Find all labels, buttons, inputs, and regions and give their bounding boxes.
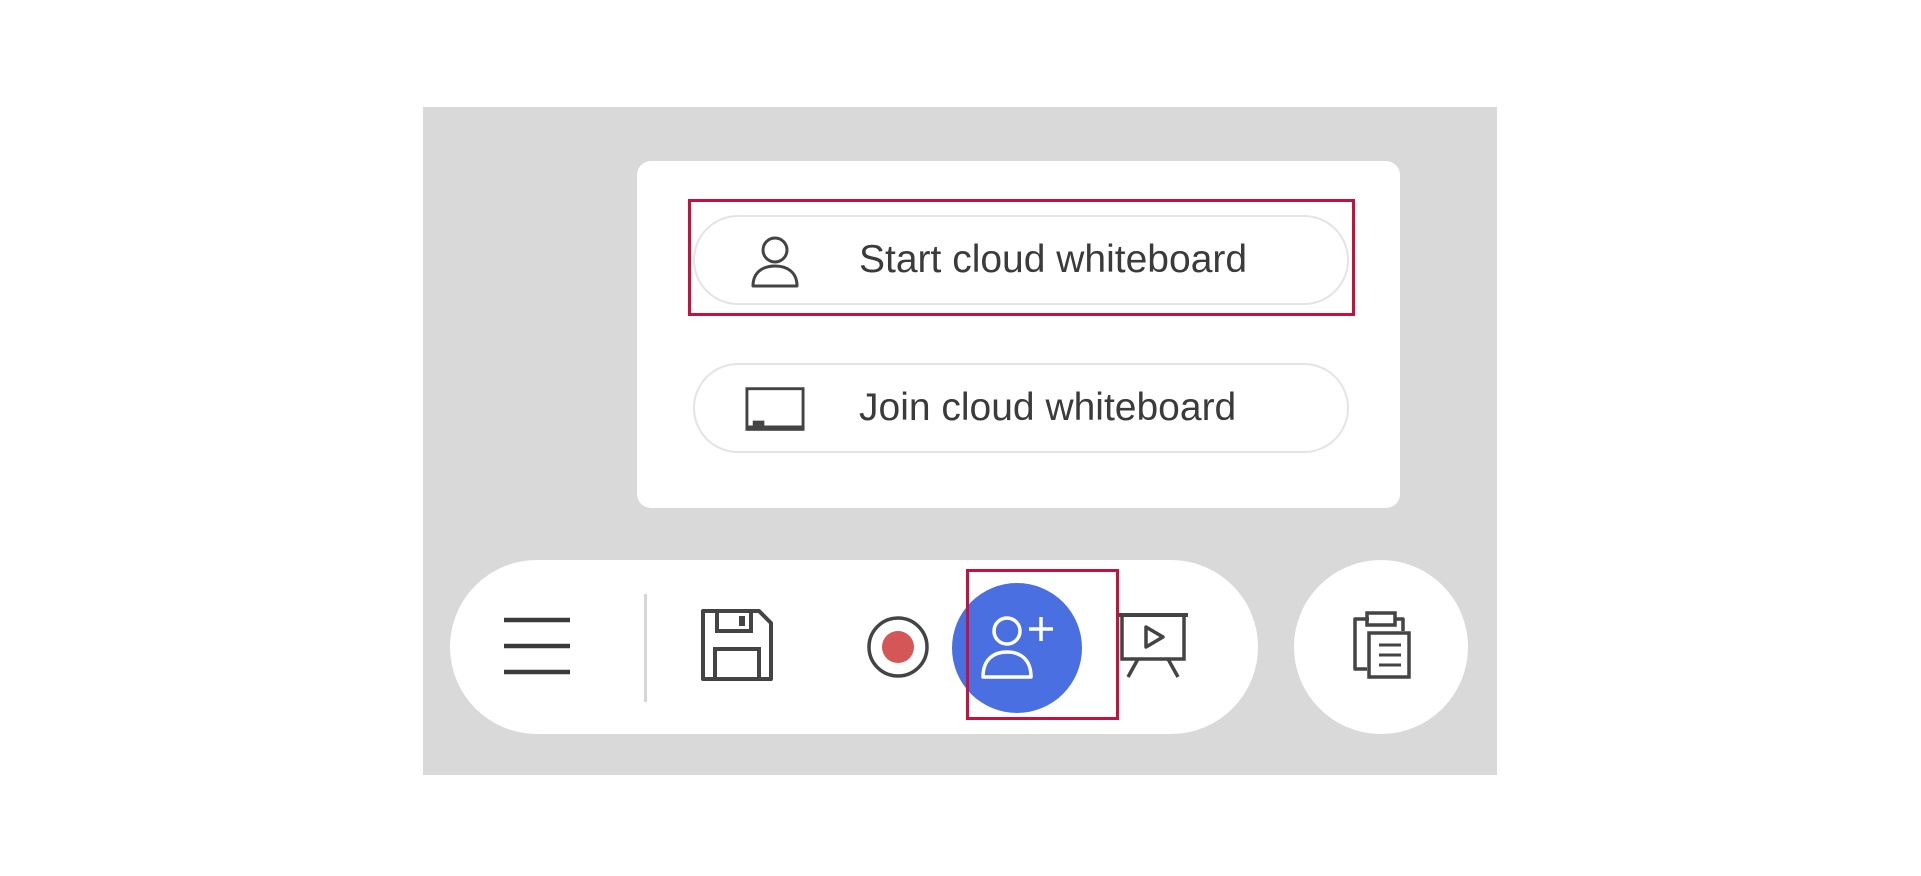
save-button[interactable] [698,608,776,686]
screen-area: Start cloud whiteboard Join cloud whiteb… [423,107,1497,775]
record-icon [866,615,930,684]
record-button[interactable] [866,615,930,684]
join-cloud-whiteboard-button[interactable]: Join cloud whiteboard [693,363,1349,453]
menu-icon [502,614,572,683]
start-cloud-whiteboard-label: Start cloud whiteboard [859,238,1248,281]
save-icon [699,607,775,688]
cloud-whiteboard-popup: Start cloud whiteboard Join cloud whiteb… [637,161,1400,508]
join-cloud-whiteboard-label: Join cloud whiteboard [859,386,1237,429]
start-cloud-whiteboard-button[interactable]: Start cloud whiteboard [693,215,1349,305]
user-icon [745,234,805,290]
toolbar-divider [644,594,647,702]
presentation-icon [1116,611,1190,686]
clipboard-button[interactable] [1294,560,1468,734]
menu-button[interactable] [502,613,572,683]
board-icon [745,382,805,438]
bottom-toolbar [450,560,1258,734]
clipboard-icon [1349,610,1413,684]
add-user-icon [977,611,1057,686]
presentation-button[interactable] [1116,611,1190,686]
share-user-button[interactable] [952,583,1082,713]
